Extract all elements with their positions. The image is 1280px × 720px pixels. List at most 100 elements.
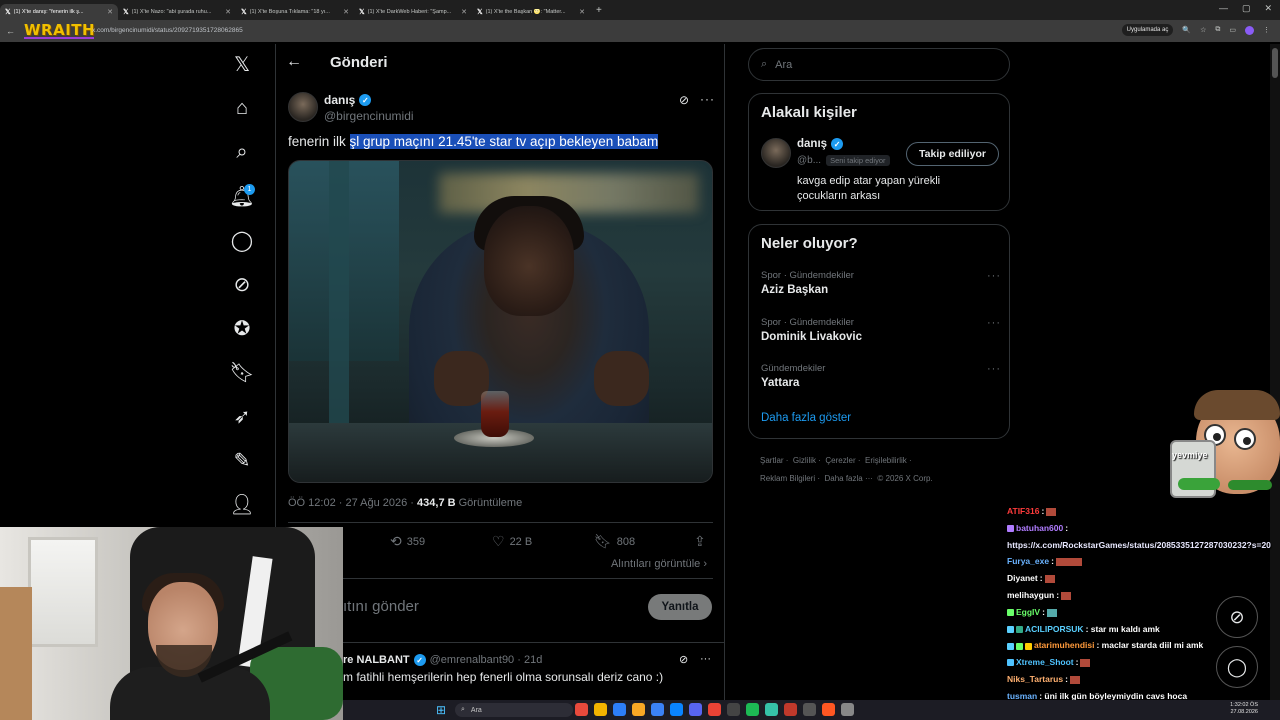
discord-icon[interactable]: [689, 703, 702, 716]
messages-icon[interactable]: ◯: [222, 220, 262, 260]
taskbar-clock[interactable]: 1:32:02 ÖS 27.08.2026: [1230, 702, 1258, 716]
trend-category: Spor · Gündemdekiler: [761, 317, 854, 328]
share-button[interactable]: ⇪: [694, 533, 706, 550]
like-button[interactable]: ♡ 22 B: [492, 533, 532, 550]
sidepanel-icon[interactable]: ▭: [1229, 26, 1236, 34]
more-options-icon[interactable]: ···: [987, 317, 1001, 329]
grok-icon[interactable]: ⊘: [679, 93, 689, 107]
browser-tab-2[interactable]: 𝕏 (1) X'te Nazo: "abi şurada ruhu... ✕: [118, 4, 236, 20]
tea-glass: [481, 391, 509, 437]
open-in-app-button[interactable]: Uygulamada aç: [1121, 24, 1174, 36]
search-input[interactable]: [775, 58, 976, 71]
chat-link[interactable]: https://x.com/RockstarGames/status/20853…: [1007, 540, 1271, 550]
taskbar-search[interactable]: ⌕ Ara: [455, 703, 573, 717]
app-icon[interactable]: [575, 703, 588, 716]
browser-tab-5[interactable]: 𝕏 (1) X'te the Başkan 🌝: "Matter... ✕: [472, 4, 590, 20]
search-icon[interactable]: ⌕: [222, 132, 262, 172]
scrollbar-thumb[interactable]: [1272, 48, 1278, 78]
app-icon[interactable]: [727, 703, 740, 716]
webcam-feed: [0, 527, 343, 720]
profile-icon[interactable]: 👤︎: [222, 484, 262, 524]
app-icon[interactable]: [841, 703, 854, 716]
close-icon[interactable]: ✕: [225, 8, 231, 16]
trend-item[interactable]: Spor · Gündemdekiler Aziz Başkan ···: [761, 270, 1001, 296]
close-icon[interactable]: ✕: [343, 8, 349, 16]
search-box[interactable]: ⌕: [748, 48, 1010, 81]
cookies-link[interactable]: Çerezler: [825, 456, 855, 465]
app-icon[interactable]: [765, 703, 778, 716]
browser-tab-1[interactable]: 𝕏 (1) X'te danış: "fenerin ilk ş... ✕: [0, 4, 118, 20]
privacy-link[interactable]: Gizlilik: [793, 456, 816, 465]
bookmark-button[interactable]: 🔖︎ 808: [594, 533, 635, 550]
browser-tab-4[interactable]: 𝕏 (1) X'te DarkWeb Haberi: "Şamp... ✕: [354, 4, 472, 20]
notifications-bell-icon[interactable]: 🔔︎ 1: [222, 176, 262, 216]
zoom-icon[interactable]: 🔍: [1182, 26, 1191, 34]
grok-icon[interactable]: ⊘: [679, 653, 688, 666]
x-favicon-icon: 𝕏: [359, 9, 365, 16]
following-button[interactable]: Takip ediliyor: [906, 142, 999, 166]
accessibility-link[interactable]: Erişilebilirlik: [865, 456, 907, 465]
avatar[interactable]: [761, 138, 791, 168]
browser-tab-3[interactable]: 𝕏 (1) X'te Boşuna Tıklama: "18 yı... ✕: [236, 4, 354, 20]
ads-info-link[interactable]: Reklam Bilgileri: [760, 474, 815, 483]
reply-input[interactable]: ıtını gönder: [343, 598, 419, 615]
more-options-icon[interactable]: ···: [700, 92, 715, 106]
author-name[interactable]: danış ✓: [324, 93, 372, 107]
star-icon[interactable]: ☆: [1200, 26, 1206, 34]
more-options-icon[interactable]: ···: [987, 363, 1001, 375]
rocket-icon[interactable]: ➶: [222, 396, 262, 436]
profile-avatar[interactable]: [1245, 25, 1254, 35]
edit-note-icon[interactable]: ✎: [222, 440, 262, 480]
grok-icon[interactable]: ⊘: [222, 264, 262, 304]
folder-icon[interactable]: [632, 703, 645, 716]
footer-links: Şartlar · Gizlilik · Çerezler · Erişileb…: [760, 456, 912, 465]
relevant-user-name[interactable]: danış ✓: [797, 138, 844, 150]
badge-icon: [1007, 625, 1014, 633]
tab-label: (1) X'te DarkWeb Haberi: "Şamp...: [367, 9, 452, 15]
home-icon[interactable]: ⌂: [222, 88, 262, 128]
author-handle[interactable]: @birgencinumidi: [324, 109, 414, 123]
close-icon[interactable]: ✕: [461, 8, 467, 16]
terms-link[interactable]: Şartlar: [760, 456, 784, 465]
close-icon[interactable]: ✕: [579, 8, 585, 16]
post-text: fenerin ilk şl grup maçını 21.45'te star…: [288, 134, 659, 149]
trend-item[interactable]: Gündemdekiler Yattara ···: [761, 363, 1001, 389]
new-tab-button[interactable]: +: [596, 5, 602, 16]
app-icon[interactable]: [613, 703, 626, 716]
url-field[interactable]: x.com/birgencinumidi/status/209271935172…: [92, 27, 243, 34]
close-window-icon[interactable]: ✕: [1264, 3, 1272, 14]
windows-start-icon[interactable]: ⊞: [436, 703, 446, 717]
reply-button[interactable]: Yanıtla: [648, 594, 712, 620]
more-link[interactable]: Daha fazla ···: [824, 474, 872, 483]
maximize-icon[interactable]: ▢: [1242, 3, 1251, 14]
author-avatar[interactable]: [288, 92, 318, 122]
reply-author[interactable]: re NALBANT ✓ @emrenalbant90 · 21d: [343, 654, 542, 666]
app-icon[interactable]: [784, 703, 797, 716]
trend-item[interactable]: Spor · Gündemdekiler Dominik Livakovic ···: [761, 317, 1001, 343]
menu-icon[interactable]: ⋮: [1263, 26, 1270, 34]
grok-floating-button[interactable]: ⊘: [1216, 596, 1258, 638]
bookmark-icon[interactable]: 🔖︎: [222, 352, 262, 392]
chat-msg: :: [1042, 606, 1045, 617]
verified-icon[interactable]: ✪: [222, 308, 262, 348]
retweet-button[interactable]: ⟲ 359: [390, 533, 425, 550]
app-icon[interactable]: [822, 703, 835, 716]
view-quotes-link[interactable]: Alıntıları görüntüle ›: [611, 558, 707, 570]
back-arrow-icon[interactable]: ←: [6, 26, 22, 36]
messages-floating-button[interactable]: ◯: [1216, 646, 1258, 688]
more-options-icon[interactable]: ···: [987, 270, 1001, 282]
extensions-icon[interactable]: ⧉: [1215, 26, 1220, 34]
app-icon[interactable]: [803, 703, 816, 716]
more-options-icon[interactable]: ···: [700, 653, 711, 665]
app-icon[interactable]: [708, 703, 721, 716]
spotify-icon[interactable]: [746, 703, 759, 716]
app-icon[interactable]: [670, 703, 683, 716]
post-media-image[interactable]: [288, 160, 713, 483]
back-arrow-icon[interactable]: ←: [286, 53, 302, 71]
close-icon[interactable]: ✕: [107, 8, 113, 16]
chrome-icon[interactable]: [594, 703, 607, 716]
show-more-link[interactable]: Daha fazla göster: [761, 412, 851, 424]
app-icon[interactable]: [651, 703, 664, 716]
x-logo-icon[interactable]: 𝕏: [222, 44, 262, 84]
minimize-icon[interactable]: —: [1219, 3, 1228, 14]
